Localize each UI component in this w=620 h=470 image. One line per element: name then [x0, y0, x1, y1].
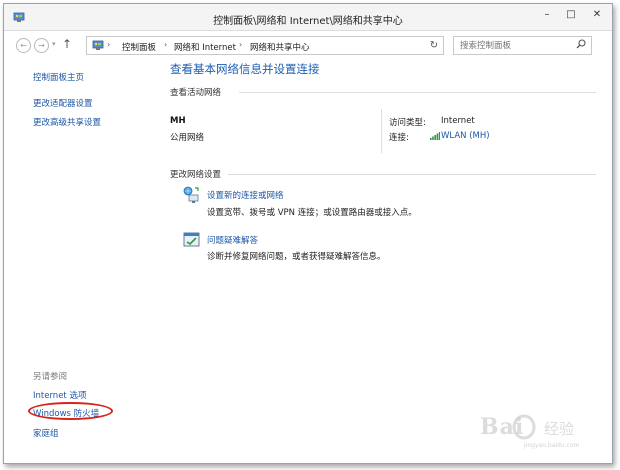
navigation-bar: ← → ▾ ↑ › 控制面板 › 网络和 Internet › 网络和共享中心 … [4, 32, 612, 58]
troubleshoot-problems-link[interactable]: 问题疑难解答 [207, 234, 258, 246]
window-frame: 控制面板\网络和 Internet\网络和共享中心 – □ ✕ ← → ▾ ↑ … [3, 3, 613, 464]
sidebar-link-homegroup[interactable]: 家庭组 [33, 427, 59, 439]
forward-button[interactable]: → [34, 38, 49, 53]
refresh-button[interactable]: ↻ [425, 36, 444, 55]
setup-new-connection-link[interactable]: 设置新的连接或网络 [207, 189, 284, 201]
title-bar: 控制面板\网络和 Internet\网络和共享中心 – □ ✕ [4, 4, 612, 31]
access-type-label: 访问类型: [389, 118, 426, 128]
watermark-url: jingyan.baidu.com [524, 442, 580, 449]
access-type-value: Internet [441, 116, 475, 126]
sidebar-link-internet-options[interactable]: Internet 选项 [33, 389, 86, 401]
breadcrumb-network-internet[interactable]: 网络和 Internet [174, 41, 236, 53]
close-button[interactable]: ✕ [582, 6, 612, 23]
search-input[interactable] [453, 36, 592, 55]
breadcrumb-sharing-center[interactable]: 网络和共享中心 [250, 41, 310, 53]
section-divider [228, 174, 596, 175]
section-divider [239, 92, 596, 93]
active-networks-label: 查看活动网络 [170, 88, 222, 98]
address-bar[interactable]: › 控制面板 › 网络和 Internet › 网络和共享中心 ∨ [86, 36, 444, 55]
network-name: MH [170, 116, 186, 126]
watermark-sub: 经验 [544, 420, 575, 438]
change-settings-label: 更改网络设置 [170, 170, 222, 180]
sidebar-link-change-adapter-settings[interactable]: 更改适配器设置 [33, 97, 93, 109]
troubleshoot-icon [183, 232, 200, 247]
connections-label: 连接: [389, 133, 409, 143]
up-button[interactable]: ↑ [62, 37, 72, 51]
setup-new-connection-description: 设置宽带、拨号或 VPN 连接；或设置路由器或接入点。 [207, 208, 417, 218]
network-type-link[interactable]: 公用网络 [170, 131, 204, 143]
maximize-button[interactable]: □ [560, 6, 582, 23]
wlan-connection-link[interactable]: WLAN (MH) [441, 131, 490, 141]
vertical-divider [381, 109, 382, 153]
search-icon[interactable] [576, 39, 586, 49]
recent-locations-button[interactable]: ▾ [52, 40, 56, 48]
breadcrumb-separator[interactable]: › [107, 40, 110, 49]
breadcrumb-control-panel[interactable]: 控制面板 [122, 41, 156, 53]
breadcrumb-separator[interactable]: › [164, 40, 167, 49]
troubleshoot-problems-description: 诊断并修复网络问题，或者获得疑难解答信息。 [207, 252, 386, 262]
back-button[interactable]: ← [16, 38, 31, 53]
minimize-button[interactable]: – [535, 6, 559, 23]
breadcrumb-separator[interactable]: › [239, 40, 242, 49]
sidebar-link-advanced-sharing-settings[interactable]: 更改高级共享设置 [33, 116, 101, 128]
new-connection-icon [183, 186, 199, 203]
sidebar-link-control-panel-home[interactable]: 控制面板主页 [33, 71, 84, 83]
see-also-heading: 另请参阅 [33, 372, 68, 382]
window-title: 控制面板\网络和 Internet\网络和共享中心 [213, 16, 403, 27]
watermark-brand: Bai [480, 414, 525, 440]
wifi-signal-icon [430, 132, 440, 140]
control-panel-icon [92, 40, 104, 50]
highlight-annotation [28, 402, 113, 420]
page-title: 查看基本网络信息并设置连接 [170, 62, 320, 76]
